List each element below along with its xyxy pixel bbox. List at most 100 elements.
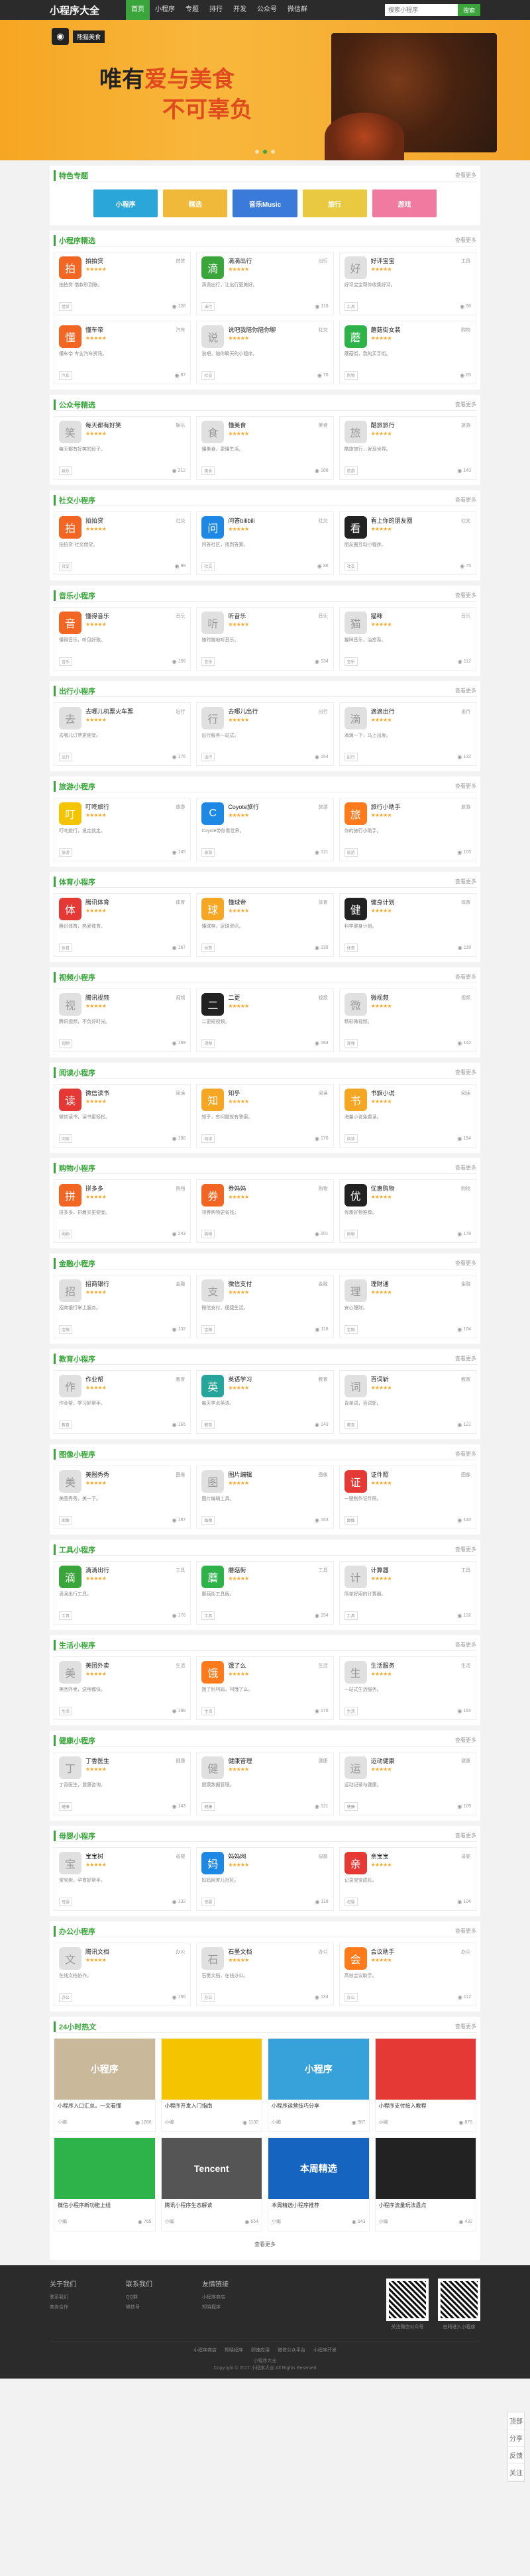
app-chip[interactable]: 旅游 (344, 848, 358, 857)
app-card[interactable]: 丁丁香医生 ★★★★★ 健康 丁香医生，健康咨询。 健康 ◉ 143 (54, 1752, 191, 1815)
more-link[interactable]: 查看更多 (455, 878, 476, 885)
app-card[interactable]: 笑每天都有好笑 ★★★★★ 娱乐 每天都有好笑的段子。 娱乐 ◉ 212 (54, 416, 191, 480)
app-chip[interactable]: 健康 (59, 1802, 73, 1811)
app-chip[interactable]: 视频 (201, 1039, 215, 1047)
more-link[interactable]: 查看更多 (455, 237, 476, 244)
app-card[interactable]: 去去哪儿机票火车票 ★★★★★ 出行 去哪儿订票更便宜。 出行 ◉ 176 (54, 702, 191, 766)
app-name[interactable]: 懂车帝 (85, 325, 186, 334)
app-card[interactable]: 旅酷旅旅行 ★★★★★ 旅游 酷旅旅行，发现世界。 旅游 ◉ 143 (339, 416, 476, 480)
app-card[interactable]: 健健康管理 ★★★★★ 健康 健康数据管理。 健康 ◉ 121 (196, 1752, 334, 1815)
more-link[interactable]: 查看更多 (455, 1641, 476, 1648)
app-card[interactable]: 音懂得音乐 ★★★★★ 音乐 懂得音乐，听见好歌。 音乐 ◉ 156 (54, 607, 191, 671)
app-chip[interactable]: 体育 (344, 943, 358, 952)
article-card[interactable]: 小程序开发入门指南 小编 ◉ 1132 (160, 2038, 262, 2132)
app-name[interactable]: 问答bilibili (228, 516, 328, 525)
app-name[interactable]: 美团外卖 (85, 1661, 186, 1670)
app-chip[interactable]: 视频 (59, 1039, 73, 1047)
footer-link[interactable]: 微信号 (126, 2304, 202, 2310)
app-name[interactable]: 腾讯视频 (85, 993, 186, 1002)
footer-link[interactable]: QQ群 (126, 2294, 202, 2300)
app-name[interactable]: 作业帮 (85, 1375, 186, 1383)
nav-item[interactable]: 开发 (228, 0, 252, 20)
app-name[interactable]: 微视频 (371, 993, 471, 1002)
app-name[interactable]: 拍拍贷 (85, 256, 186, 265)
hero-banner[interactable]: ◉ 熊猫美食 唯有爱与美食 不可辜负 (0, 20, 530, 160)
app-chip[interactable]: 健康 (344, 1802, 358, 1811)
app-name[interactable]: 拍拍贷 (85, 516, 186, 525)
side-tool-button[interactable]: 反馈 (508, 2447, 524, 2464)
app-chip[interactable]: 图像 (344, 1516, 358, 1525)
app-chip[interactable]: 图像 (59, 1516, 73, 1525)
app-name[interactable]: 饿了么 (228, 1661, 328, 1670)
app-name[interactable]: 亲宝宝 (371, 1852, 471, 1860)
app-name[interactable]: 健身计划 (371, 898, 471, 906)
app-name[interactable]: 看上你的朋友圈 (371, 516, 471, 525)
app-name[interactable]: 运动健康 (371, 1756, 471, 1765)
app-chip[interactable]: 社交 (201, 562, 215, 570)
friend-link[interactable]: 知晓程序 (225, 2348, 243, 2353)
banner-dot[interactable] (255, 150, 259, 154)
feature-banner[interactable]: 小程序 (93, 189, 158, 217)
app-name[interactable]: 招商银行 (85, 1279, 186, 1288)
app-card[interactable]: 理理财通 ★★★★★ 金融 安心理财。 金融 ◉ 104 (339, 1275, 476, 1338)
app-chip[interactable]: 金融 (59, 1325, 73, 1334)
app-card[interactable]: 知知乎 ★★★★★ 阅读 知乎，有问题就有答案。 阅读 ◉ 176 (196, 1084, 334, 1148)
article-title[interactable]: 本周精选小程序推荐 (268, 2199, 369, 2216)
app-card[interactable]: 懂懂车帝 ★★★★★ 汽车 懂车帝·专业汽车资讯。 汽车 ◉ 87 (54, 321, 191, 384)
footer-link[interactable]: 知晓程序 (202, 2304, 278, 2310)
app-card[interactable]: 饿饿了么 ★★★★★ 生活 饿了别叫妈，叫饿了么。 生活 ◉ 176 (196, 1656, 334, 1720)
more-link[interactable]: 查看更多 (455, 2023, 476, 2030)
app-card[interactable]: 词百词斩 ★★★★★ 教育 背单词，百词斩。 教育 ◉ 121 (339, 1370, 476, 1434)
app-chip[interactable]: 工具 (201, 1611, 215, 1620)
app-card[interactable]: 招招商银行 ★★★★★ 金融 招商银行掌上服务。 金融 ◉ 132 (54, 1275, 191, 1338)
app-chip[interactable]: 教育 (201, 1421, 215, 1429)
app-name[interactable]: 理财通 (371, 1279, 471, 1288)
app-name[interactable]: Coyote旅行 (228, 802, 328, 811)
app-card[interactable]: 球懂球帝 ★★★★★ 体育 懂球帝，足球资讯。 体育 ◉ 139 (196, 893, 334, 957)
app-name[interactable]: 腾讯体育 (85, 898, 186, 906)
nav-item[interactable]: 小程序 (150, 0, 180, 20)
app-name[interactable]: 旅行小助手 (371, 802, 471, 811)
more-link[interactable]: 查看更多 (455, 592, 476, 599)
app-name[interactable]: 宝宝树 (85, 1852, 186, 1860)
app-card[interactable]: 好好评宝宝 ★★★★★ 工具 好评宝宝帮你收集好评。 工具 ◉ 98 (339, 252, 476, 315)
app-chip[interactable]: 生活 (344, 1707, 358, 1715)
app-card[interactable]: 计计算器 ★★★★★ 工具 简单好用的计算器。 工具 ◉ 132 (339, 1561, 476, 1625)
app-name[interactable]: 猫咪 (371, 612, 471, 620)
app-card[interactable]: C Coyote旅行 ★★★★★ 旅游 Coyote带你看世界。 旅游 ◉ 121 (196, 798, 334, 861)
more-link[interactable]: 查看更多 (455, 1737, 476, 1744)
app-card[interactable]: 亲亲宝宝 ★★★★★ 母婴 记录宝宝成长。 母婴 ◉ 104 (339, 1847, 476, 1911)
banner-dot[interactable] (271, 150, 275, 154)
app-chip[interactable]: 生活 (59, 1707, 73, 1715)
app-name[interactable]: 酷旅旅行 (371, 421, 471, 429)
app-card[interactable]: 滴滴滴出行 ★★★★★ 出行 滴滴一下，马上出发。 出行 ◉ 132 (339, 702, 476, 766)
app-name[interactable]: 滴滴出行 (228, 256, 328, 265)
more-link[interactable]: 查看更多 (455, 1164, 476, 1171)
nav-item[interactable]: 微信群 (282, 0, 313, 20)
app-name[interactable]: 懂球帝 (228, 898, 328, 906)
app-chip[interactable]: 借贷 (59, 302, 73, 311)
app-chip[interactable]: 出行 (344, 753, 358, 761)
app-card[interactable]: 拼拼多多 ★★★★★ 购物 拼多多，拼着买更便宜。 购物 ◉ 243 (54, 1179, 191, 1243)
more-link[interactable]: 查看更多 (455, 1832, 476, 1839)
app-chip[interactable]: 办公 (201, 1993, 215, 2002)
article-title[interactable]: 小程序流量玩法盘点 (376, 2199, 476, 2216)
app-name[interactable]: 懂美食 (228, 421, 328, 429)
app-name[interactable]: 生活服务 (371, 1661, 471, 1670)
more-link[interactable]: 查看更多 (455, 496, 476, 504)
more-link[interactable]: 查看更多 (455, 1355, 476, 1362)
app-chip[interactable]: 体育 (201, 943, 215, 952)
app-card[interactable]: 叮叮咚旅行 ★★★★★ 旅游 叮咚旅行，说走就走。 旅游 ◉ 145 (54, 798, 191, 861)
app-name[interactable]: 滴滴出行 (371, 707, 471, 716)
app-chip[interactable]: 美食 (201, 466, 215, 475)
banner-dot-active[interactable] (263, 150, 267, 154)
app-card[interactable]: 文腾讯文档 ★★★★★ 办公 在线文档协作。 办公 ◉ 156 (54, 1943, 191, 2006)
app-chip[interactable]: 阅读 (344, 1134, 358, 1143)
article-card[interactable]: 小程序流量玩法盘点 小编 ◉ 432 (374, 2137, 476, 2231)
app-chip[interactable]: 阅读 (59, 1134, 73, 1143)
app-name[interactable]: 石墨文档 (228, 1947, 328, 1956)
article-card[interactable]: 小程序 小程序入口汇总，一文看懂 小编 ◉ 1286 (54, 2038, 156, 2132)
friend-link[interactable]: 微信公众平台 (278, 2348, 305, 2353)
app-card[interactable]: 会会议助手 ★★★★★ 办公 高效会议助手。 办公 ◉ 112 (339, 1943, 476, 2006)
more-link[interactable]: 查看更多 (455, 1450, 476, 1458)
